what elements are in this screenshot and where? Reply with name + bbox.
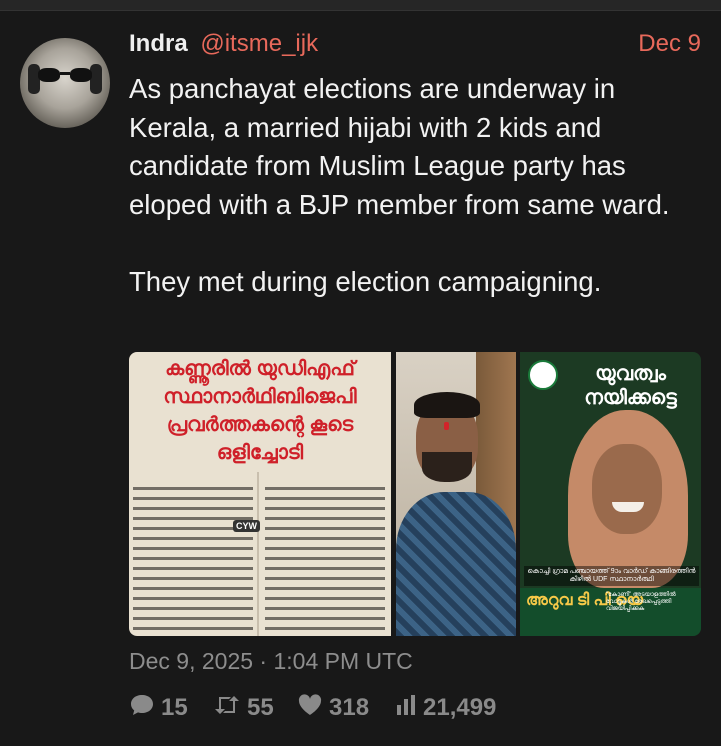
poster-title: യുവത്വം നയിക്കട്ടെ <box>584 363 677 409</box>
poster-caption: കൊച്ചി ഗ്രാമ പഞ്ചായത്ത് 9ാം വാർഡ് കാങ്ങി… <box>524 566 699 586</box>
poster-slogan: "കോണി" അടയാളത്തിൽ വോട്ടുകൾ രേഖപ്പെടുത്തി… <box>606 592 676 612</box>
newspaper-text-column-left <box>133 480 253 636</box>
author-handle[interactable]: @itsme_ijk <box>200 30 318 57</box>
heart-icon <box>297 693 323 724</box>
candidate-smile <box>612 502 644 512</box>
media-grid: കണ്ണൂരിൽ യുഡിഎഫ് സ്ഥാനാർഥിബിജെപി പ്രവർത്… <box>129 352 701 636</box>
views-bar-chart-icon <box>395 693 417 724</box>
newspaper-heading-line-3: പ്രവർത്തകന്റെ കൂടെ <box>166 414 354 436</box>
poster-footer: അറുവ ടി പി യെ "കോണി" അടയാളത്തിൽ വോട്ടുകൾ… <box>520 588 701 636</box>
newspaper-heading-line-4: ഒളിച്ചോടി <box>216 442 304 464</box>
avatar[interactable] <box>20 38 110 128</box>
election-poster-image[interactable]: യുവത്വം നയിക്കട്ടെ കൊച്ചി ഗ്രാമ പഞ്ചായത്… <box>520 352 701 636</box>
candidate-face <box>592 444 662 534</box>
man-beard <box>422 452 472 482</box>
reply-button[interactable]: 15 <box>129 692 188 724</box>
newspaper-clipping-image[interactable]: കണ്ണൂരിൽ യുഡിഎഫ് സ്ഥാനാർഥിബിജെപി പ്രവർത്… <box>129 352 391 636</box>
checked-shirt <box>396 492 516 636</box>
newspaper-heading-line-1: കണ്ണൂരിൽ യുഡിഎഫ് <box>165 358 355 380</box>
like-count: 318 <box>329 694 370 721</box>
repost-icon <box>213 693 241 724</box>
post-header: Indra @itsme_ijk Dec 9 <box>129 30 701 62</box>
post-timestamp[interactable]: Dec 9, 2025 · 1:04 PM UTC <box>129 648 413 675</box>
post-date[interactable]: Dec 9 <box>638 30 701 58</box>
repost-count: 55 <box>247 694 274 721</box>
man-hair <box>414 392 480 418</box>
party-logo-icon <box>528 360 558 390</box>
like-button[interactable]: 318 <box>297 692 369 724</box>
avatar-sunglasses <box>38 68 92 82</box>
man-selfie-image[interactable] <box>396 352 516 636</box>
comment-icon <box>129 693 155 724</box>
post-text: As panchayat elections are underway in K… <box>129 73 670 297</box>
newspaper-fold <box>257 472 259 636</box>
reply-count: 15 <box>161 694 188 721</box>
newspaper-watermark: CYW <box>233 520 260 532</box>
view-count: 21,499 <box>423 694 497 721</box>
top-divider <box>0 0 721 11</box>
repost-button[interactable]: 55 <box>213 692 274 724</box>
author-name[interactable]: Indra <box>129 30 188 57</box>
newspaper-heading-line-2: സ്ഥാനാർഥിബിജെപി <box>163 386 357 408</box>
newspaper-text-column-right <box>265 480 385 636</box>
forehead-mark <box>444 422 449 430</box>
views-stat[interactable]: 21,499 <box>395 692 496 724</box>
